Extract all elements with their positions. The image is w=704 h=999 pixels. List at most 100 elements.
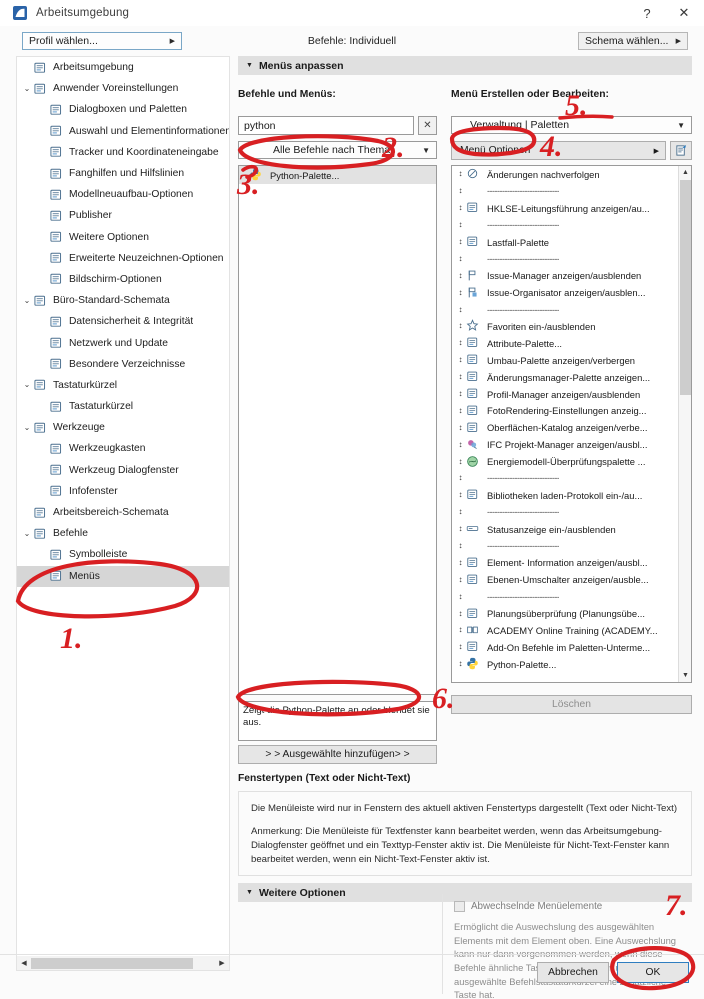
edit-menu-icon-button[interactable] <box>670 141 692 160</box>
sidebar-item-symbolleiste[interactable]: Symbolleiste <box>17 544 229 565</box>
sidebar-item-arbeitsbereich-schemata[interactable]: Arbeitsbereich-Schemata <box>17 502 229 523</box>
menu-items-list[interactable]: ↕ Änderungen nachverfolgen ↕ --------------… <box>451 165 692 683</box>
customize-menus-header[interactable]: ▼ Menüs anpassen <box>238 56 692 75</box>
menu-options-button[interactable]: Menü Optionen ▶ <box>451 141 666 160</box>
drag-handle-icon[interactable]: ↕ <box>455 254 466 263</box>
cancel-button[interactable]: Abbrechen <box>537 962 609 983</box>
drag-handle-icon[interactable]: ↕ <box>455 474 466 482</box>
drag-handle-icon[interactable]: ↕ <box>455 271 466 280</box>
menu-item-row[interactable]: ↕ Add-On Befehle im Paletten-Unterme... <box>452 639 680 656</box>
drag-handle-icon[interactable]: ↕ <box>455 558 466 567</box>
expand-collapse-icon[interactable]: ⌄ <box>21 423 33 432</box>
menu-combo[interactable]: Verwaltung | Paletten ▼ <box>451 116 692 134</box>
menu-item-row[interactable]: ↕ Energiemodell-Überprüfungspalette ... <box>452 453 680 470</box>
menu-separator-row[interactable]: ↕ ----------------------------- <box>452 183 680 200</box>
drag-handle-icon[interactable]: ↕ <box>455 170 466 178</box>
scroll-left-icon[interactable]: ◀ <box>17 959 31 967</box>
menu-item-row[interactable]: ↕ IFC Projekt-Manager anzeigen/ausbl... <box>452 436 680 453</box>
drag-handle-icon[interactable]: ↕ <box>455 204 466 212</box>
drag-handle-icon[interactable]: ↕ <box>455 440 466 449</box>
drag-handle-icon[interactable]: ↕ <box>455 575 466 584</box>
menu-item-row[interactable]: ↕ FotoRendering-Einstellungen anzeig... <box>452 402 680 419</box>
sidebar-item-dialogboxen-und-paletten[interactable]: Dialogboxen und Paletten <box>17 99 229 120</box>
drag-handle-icon[interactable]: ↕ <box>455 406 466 415</box>
sidebar-item-anwender-voreinstellungen[interactable]: ⌄ Anwender Voreinstellungen <box>17 78 229 99</box>
command-search-input[interactable]: python <box>238 116 414 135</box>
drag-handle-icon[interactable]: ↕ <box>455 457 466 466</box>
schema-select-button[interactable]: Schema wählen... ▶ <box>578 32 688 50</box>
menu-item-row[interactable]: ↕ Element- Information anzeigen/ausbl... <box>452 554 680 571</box>
sidebar-item-auswahl-und-elementinformationen[interactable]: Auswahl und Elementinformationen <box>17 121 229 142</box>
menu-item-row[interactable]: ↕ Issue-Organisator anzeigen/ausblen... <box>452 284 680 301</box>
drag-handle-icon[interactable]: ↕ <box>455 238 466 246</box>
menu-list-scrollbar[interactable]: ▲ ▼ <box>678 166 691 682</box>
sidebar-item-bildschirm-optionen[interactable]: Bildschirm-Optionen <box>17 269 229 290</box>
sidebar-item-datensicherheit-integrit-t[interactable]: Datensicherheit & Integrität <box>17 311 229 332</box>
clear-search-button[interactable]: ✕ <box>418 116 437 135</box>
menu-item-row[interactable]: ↕ Issue-Manager anzeigen/ausblenden <box>452 267 680 284</box>
menu-separator-row[interactable]: ↕ ----------------------------- <box>452 250 680 267</box>
scroll-up-icon[interactable]: ▲ <box>679 166 691 179</box>
add-selected-button[interactable]: > > Ausgewählte hinzufügen> > <box>238 745 437 764</box>
python-palette-result[interactable]: Python-Palette... <box>239 166 436 184</box>
menu-separator-row[interactable]: ↕ ----------------------------- <box>452 538 680 555</box>
drag-handle-icon[interactable]: ↕ <box>455 339 466 347</box>
drag-handle-icon[interactable]: ↕ <box>455 525 466 533</box>
drag-handle-icon[interactable]: ↕ <box>455 373 466 381</box>
sidebar-item-netzwerk-und-update[interactable]: Netzwerk und Update <box>17 332 229 353</box>
drag-handle-icon[interactable]: ↕ <box>455 626 466 634</box>
menu-item-row[interactable]: ↕ Statusanzeige ein-/ausblenden <box>452 521 680 538</box>
sidebar-item-men-s[interactable]: Menüs <box>17 565 229 587</box>
menu-item-row[interactable]: ↕ Profil-Manager anzeigen/ausblenden <box>452 386 680 403</box>
sidebar-item-werkzeugkasten[interactable]: Werkzeugkasten <box>17 438 229 459</box>
sidebar-item-tastaturk-rzel[interactable]: ⌄ Tastaturkürzel <box>17 375 229 396</box>
menu-item-row[interactable]: ↕ Attribute-Palette... <box>452 335 680 352</box>
menu-separator-row[interactable]: ↕ ----------------------------- <box>452 504 680 521</box>
drag-handle-icon[interactable]: ↕ <box>455 542 466 550</box>
menu-item-row[interactable]: ↕ Oberflächen-Katalog anzeigen/verbe... <box>452 419 680 436</box>
sidebar-item-werkzeuge[interactable]: ⌄ Werkzeuge <box>17 417 229 438</box>
menu-item-row[interactable]: ↕ Änderungen nachverfolgen <box>452 166 680 183</box>
drag-handle-icon[interactable]: ↕ <box>455 322 466 330</box>
drag-handle-icon[interactable]: ↕ <box>455 609 466 618</box>
menu-item-row[interactable]: ↕ HKLSE-Leitungsführung anzeigen/au... <box>452 200 680 217</box>
settings-tree-panel[interactable]: Arbeitsumgebung ⌄ Anwender Voreinstellunge… <box>16 56 230 971</box>
expand-collapse-icon[interactable]: ⌄ <box>21 381 33 389</box>
sidebar-item-werkzeug-dialogfenster[interactable]: Werkzeug Dialogfenster <box>17 460 229 481</box>
sidebar-item-befehle[interactable]: ⌄ Befehle <box>17 523 229 544</box>
drag-handle-icon[interactable]: ↕ <box>455 491 466 499</box>
sidebar-item-weitere-optionen[interactable]: Weitere Optionen <box>17 227 229 248</box>
menu-item-row[interactable]: ↕ Planungsüberprüfung (Planungsübe... <box>452 605 680 622</box>
menu-separator-row[interactable]: ↕ ----------------------------- <box>452 470 680 487</box>
sidebar-item-publisher[interactable]: Publisher <box>17 205 229 226</box>
drag-handle-icon[interactable]: ↕ <box>455 305 466 314</box>
expand-collapse-icon[interactable]: ⌄ <box>21 529 33 538</box>
menu-separator-row[interactable]: ↕ ----------------------------- <box>452 217 680 234</box>
menu-separator-row[interactable]: ↕ ----------------------------- <box>452 301 680 318</box>
filter-combo[interactable]: Alle Befehle nach Thema ▼ <box>238 141 437 159</box>
scroll-right-icon[interactable]: ▶ <box>215 959 229 967</box>
h-scroll-thumb[interactable] <box>31 957 193 969</box>
menu-item-row[interactable]: ↕ Favoriten ein-/ausblenden <box>452 318 680 335</box>
sidebar-item-tastaturk-rzel[interactable]: Tastaturkürzel <box>17 396 229 417</box>
drag-handle-icon[interactable]: ↕ <box>455 423 466 432</box>
ok-button[interactable]: OK <box>617 962 689 983</box>
menu-item-row[interactable]: ↕ Änderungsmanager-Palette anzeigen... <box>452 369 680 386</box>
drag-handle-icon[interactable]: ↕ <box>455 592 466 601</box>
scroll-down-icon[interactable]: ▼ <box>679 669 691 682</box>
sidebar-item-besondere-verzeichnisse[interactable]: Besondere Verzeichnisse <box>17 354 229 375</box>
checkbox-icon[interactable] <box>454 901 465 912</box>
more-options-header[interactable]: ▼ Weitere Optionen <box>238 883 692 902</box>
delete-button[interactable]: Löschen <box>451 695 692 714</box>
sidebar-item-arbeitsumgebung[interactable]: Arbeitsumgebung <box>17 57 229 78</box>
sidebar-item-b-ro-standard-schemata[interactable]: ⌄ Büro-Standard-Schemata <box>17 290 229 311</box>
drag-handle-icon[interactable]: ↕ <box>455 508 466 516</box>
menu-item-row[interactable]: ↕ Python-Palette... <box>452 656 680 673</box>
sidebar-item-erweiterte-neuzeichnen-optionen[interactable]: Erweiterte Neuzeichnen-Optionen <box>17 248 229 269</box>
sidebar-item-tracker-und-koordinateneingabe[interactable]: Tracker und Koordinateneingabe <box>17 142 229 163</box>
menu-item-row[interactable]: ↕ Ebenen-Umschalter anzeigen/ausble... <box>452 571 680 588</box>
menu-item-row[interactable]: ↕ Bibliotheken laden-Protokoll ein-/au... <box>452 487 680 504</box>
v-scroll-thumb[interactable] <box>680 180 691 395</box>
sidebar-item-infofenster[interactable]: Infofenster <box>17 481 229 502</box>
menu-item-row[interactable]: ↕ Umbau-Palette anzeigen/verbergen <box>452 352 680 369</box>
